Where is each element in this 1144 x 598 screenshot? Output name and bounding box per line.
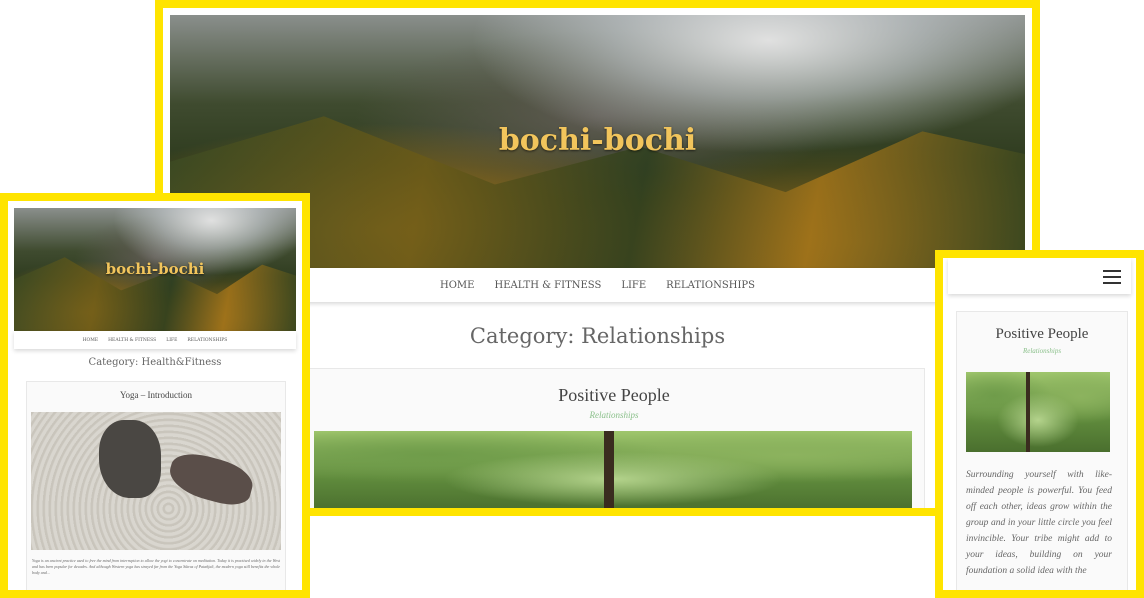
post-card: Positive People Relationships Surroundin… — [956, 311, 1128, 590]
post-featured-image[interactable] — [966, 372, 1110, 452]
nav-life[interactable]: LIFE — [621, 280, 646, 291]
post-category-link[interactable]: Relationships — [957, 347, 1127, 355]
tablet-header-image: bochi-bochi — [14, 208, 296, 331]
menu-icon[interactable] — [1103, 270, 1121, 284]
post-category-link[interactable]: Relationships — [304, 410, 924, 420]
mobile-preview: Positive People Relationships Surroundin… — [935, 250, 1144, 598]
post-title[interactable]: Positive People — [304, 385, 924, 406]
post-featured-image[interactable] — [314, 431, 912, 508]
nav-relationships[interactable]: RELATIONSHIPS — [187, 338, 227, 343]
nav-health-fitness[interactable]: HEALTH & FITNESS — [494, 280, 601, 291]
tablet-preview: bochi-bochi HOME HEALTH & FITNESS LIFE R… — [0, 193, 310, 598]
nav-home[interactable]: HOME — [440, 280, 474, 291]
nav-life[interactable]: LIFE — [166, 338, 177, 343]
page-title: Category: Health&Fitness — [88, 357, 222, 368]
mobile-header-bar — [948, 258, 1131, 294]
post-excerpt: Yoga is an ancient practice used to free… — [32, 558, 280, 575]
post-excerpt: Surrounding yourself with like-minded pe… — [966, 470, 1112, 576]
site-title[interactable]: bochi-bochi — [170, 123, 1025, 158]
post-featured-image[interactable] — [31, 412, 281, 550]
post-card: Positive People Relationships — [303, 368, 925, 508]
nav-health-fitness[interactable]: HEALTH & FITNESS — [108, 338, 156, 343]
post-title[interactable]: Positive People — [957, 326, 1127, 343]
post-card: Yoga – Introduction Yoga is an ancient p… — [26, 381, 286, 590]
tablet-nav: HOME HEALTH & FITNESS LIFE RELATIONSHIPS — [14, 331, 296, 349]
nav-home[interactable]: HOME — [83, 338, 99, 343]
nav-relationships[interactable]: RELATIONSHIPS — [666, 280, 755, 291]
site-title[interactable]: bochi-bochi — [14, 260, 296, 278]
post-title[interactable]: Yoga – Introduction — [27, 390, 285, 400]
